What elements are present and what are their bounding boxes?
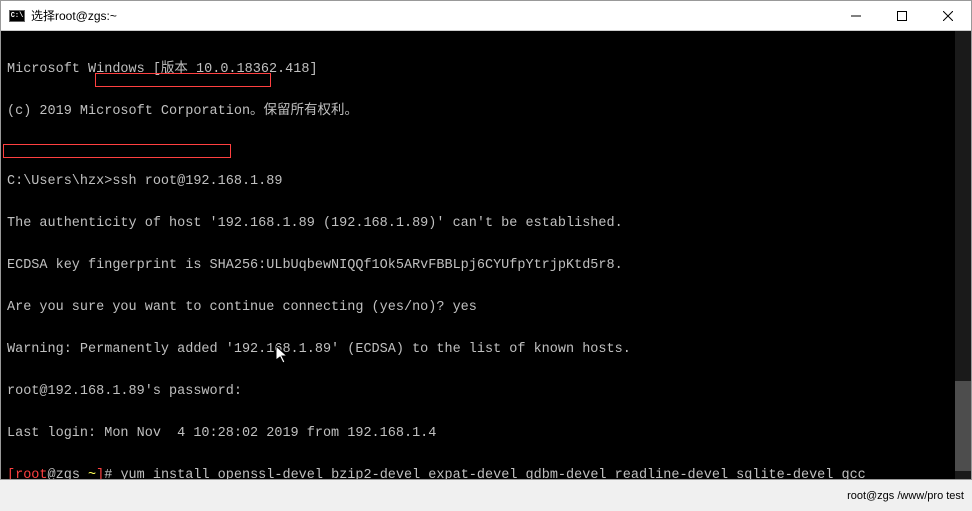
prompt-user: root <box>15 468 47 479</box>
prompt-path: ~ <box>88 468 96 479</box>
prompt-command: yum install openssl-devel bzip2-devel ex… <box>120 468 865 479</box>
terminal-area[interactable]: Microsoft Windows [版本 10.0.18362.418] (c… <box>1 31 971 479</box>
terminal-line: Microsoft Windows [版本 10.0.18362.418] <box>7 63 965 77</box>
highlight-password-prompt <box>3 144 231 158</box>
status-right-text: root@zgs /www/pro test <box>847 490 964 502</box>
status-bar: root@zgs /www/pro test <box>0 481 972 511</box>
minimize-button[interactable] <box>833 1 879 31</box>
window-controls <box>833 1 971 31</box>
titlebar[interactable]: C:\ 选择root@zgs:~ <box>1 1 971 31</box>
window-title: 选择root@zgs:~ <box>31 7 117 24</box>
prompt-host: zgs <box>56 468 88 479</box>
terminal-line: Are you sure you want to continue connec… <box>7 301 965 315</box>
prompt-bracket: [ <box>7 468 15 479</box>
app-icon: C:\ <box>9 10 25 22</box>
terminal-line: root@192.168.1.89's password: <box>7 385 965 399</box>
terminal-line: The authenticity of host '192.168.1.89 (… <box>7 217 965 231</box>
scrollbar[interactable] <box>955 31 971 479</box>
terminal-line: C:\Users\hzx>ssh root@192.168.1.89 <box>7 175 965 189</box>
terminal-line: ECDSA key fingerprint is SHA256:ULbUqbew… <box>7 259 965 273</box>
terminal-prompt-line: [root@zgs ~]# yum install openssl-devel … <box>7 469 965 479</box>
terminal-window: C:\ 选择root@zgs:~ Microsoft Windows [版本 1… <box>0 0 972 480</box>
prompt-hash: # <box>104 468 120 479</box>
terminal-line: Warning: Permanently added '192.168.1.89… <box>7 343 965 357</box>
terminal-line: Last login: Mon Nov 4 10:28:02 2019 from… <box>7 427 965 441</box>
terminal-line: (c) 2019 Microsoft Corporation。保留所有权利。 <box>7 105 965 119</box>
scroll-thumb[interactable] <box>955 381 971 471</box>
prompt-at: @ <box>48 468 56 479</box>
close-button[interactable] <box>925 1 971 31</box>
maximize-button[interactable] <box>879 1 925 31</box>
